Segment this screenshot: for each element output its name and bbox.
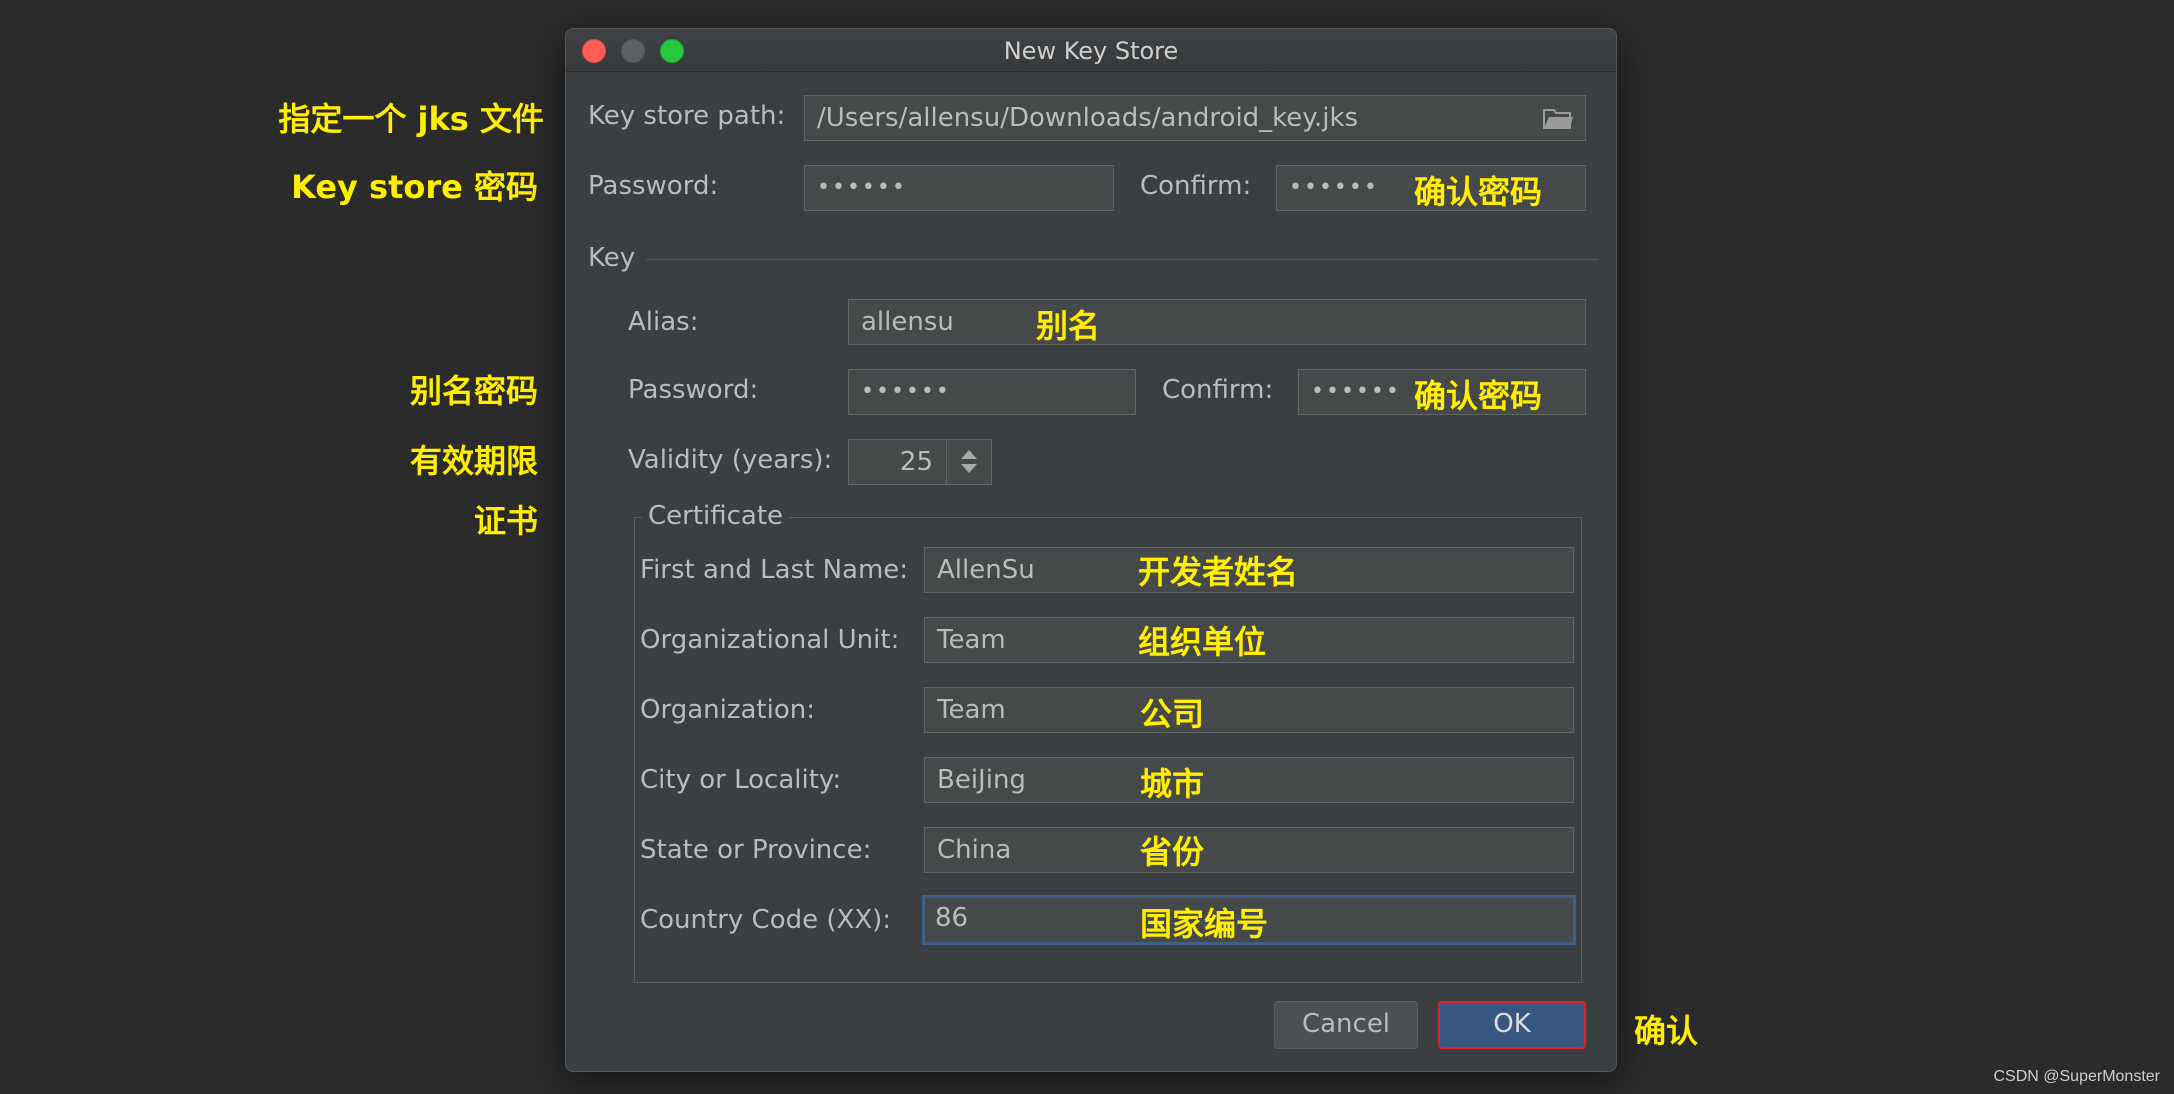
validity-label: Validity (years):: [628, 445, 833, 475]
annotation-jks-file: 指定一个 jks 文件: [278, 100, 544, 138]
keystore-path-label: Key store path:: [588, 101, 786, 131]
validity-value: 25: [899, 447, 933, 477]
annotation-alias: 别名: [1036, 307, 1101, 345]
validity-spinner[interactable]: 25: [848, 439, 992, 485]
cert-state-field[interactable]: China: [924, 827, 1574, 873]
key-section-separator: [646, 259, 1598, 260]
alias-label: Alias:: [628, 307, 699, 337]
cert-country-value: 86: [935, 903, 969, 933]
annotation-confirm-password-2: 确认密码: [1414, 377, 1543, 415]
keystore-confirm-label: Confirm:: [1140, 171, 1252, 201]
certificate-legend: Certificate: [642, 501, 790, 531]
key-confirm-label: Confirm:: [1162, 375, 1274, 405]
keystore-path-field[interactable]: /Users/allensu/Downloads/android_key.jks: [804, 95, 1586, 141]
alias-field[interactable]: allensu: [848, 299, 1586, 345]
annotation-certificate: 证书: [473, 502, 538, 540]
annotation-name: 开发者姓名: [1138, 553, 1299, 591]
cert-org-unit-value: Team: [937, 625, 1006, 655]
key-password-label: Password:: [628, 375, 759, 405]
cert-name-label: First and Last Name:: [640, 555, 909, 585]
cert-city-label: City or Locality:: [640, 765, 842, 795]
annotation-country: 国家编号: [1140, 905, 1269, 943]
cert-city-value: BeiJing: [937, 765, 1026, 795]
annotation-city: 城市: [1140, 765, 1205, 803]
cert-city-field[interactable]: BeiJing: [924, 757, 1574, 803]
alias-value: allensu: [861, 307, 954, 337]
new-key-store-dialog: New Key Store Key store path: /Users/all…: [565, 28, 1617, 1072]
dialog-title: New Key Store: [1003, 37, 1179, 65]
keystore-path-value: /Users/allensu/Downloads/android_key.jks: [817, 103, 1359, 133]
key-password-field[interactable]: ••••••: [848, 369, 1136, 415]
cert-name-value: AllenSu: [937, 555, 1035, 585]
annotation-ok: 确认: [1634, 1012, 1699, 1050]
watermark: CSDN @SuperMonster: [1993, 1068, 2160, 1085]
annotation-org-unit: 组织单位: [1138, 623, 1267, 661]
spinner-up-icon[interactable]: [961, 450, 977, 459]
cert-organization-field[interactable]: Team: [924, 687, 1574, 733]
spinner-down-icon[interactable]: [961, 464, 977, 473]
cancel-button[interactable]: Cancel: [1274, 1001, 1418, 1049]
keystore-password-label: Password:: [588, 171, 719, 201]
cert-organization-label: Organization:: [640, 695, 815, 725]
cert-country-label: Country Code (XX):: [640, 905, 892, 935]
cert-org-unit-label: Organizational Unit:: [640, 625, 900, 655]
annotation-alias-password: 别名密码: [409, 372, 538, 410]
cert-state-label: State or Province:: [640, 835, 872, 865]
ok-button[interactable]: OK: [1438, 1001, 1586, 1049]
annotation-keystore-password: Key store 密码: [291, 168, 538, 206]
cert-organization-value: Team: [937, 695, 1006, 725]
key-section-label: Key: [588, 243, 636, 273]
title-bar: New Key Store: [566, 29, 1616, 72]
cert-state-value: China: [937, 835, 1012, 865]
annotation-confirm-password-1: 确认密码: [1414, 173, 1543, 211]
folder-icon[interactable]: [1543, 106, 1573, 130]
annotation-province: 省份: [1140, 833, 1205, 871]
annotation-organization: 公司: [1140, 695, 1205, 733]
validity-spinner-buttons[interactable]: [946, 440, 991, 484]
keystore-password-field[interactable]: ••••••: [804, 165, 1114, 211]
annotation-validity: 有效期限: [409, 442, 538, 480]
